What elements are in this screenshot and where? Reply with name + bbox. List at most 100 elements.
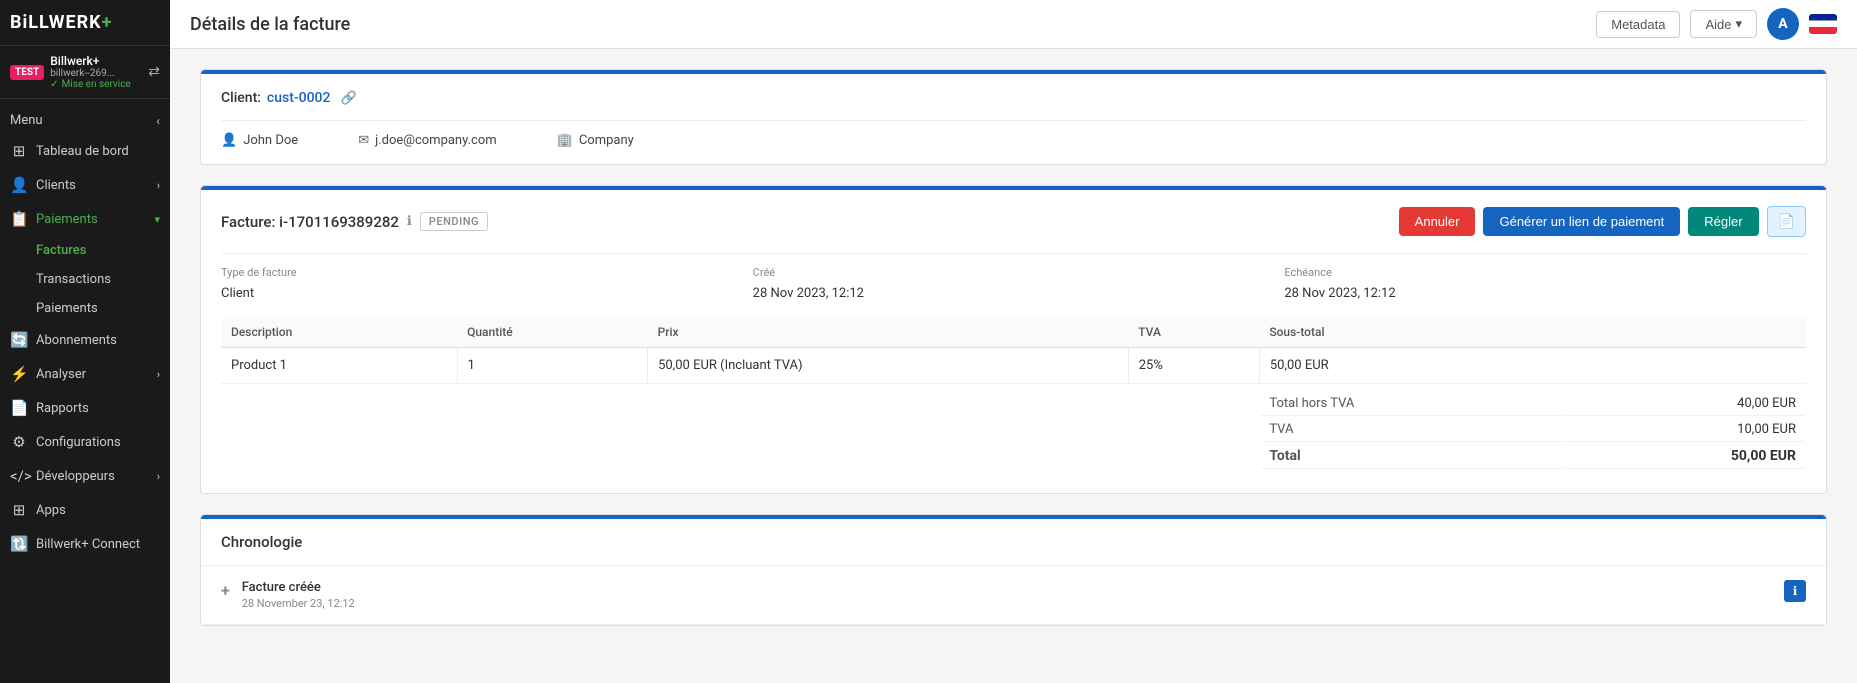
chrono-expand-icon[interactable]: +	[221, 581, 230, 600]
client-id-link[interactable]: cust-0002	[267, 90, 331, 106]
user-avatar[interactable]: A	[1767, 8, 1799, 40]
chrono-title: Facture créée	[242, 580, 1772, 595]
info-icon[interactable]: ℹ	[407, 214, 412, 229]
topbar: Détails de la facture Metadata Aide ▾ A	[170, 0, 1857, 49]
invoice-header: Facture: i-1701169389282 ℹ PENDING Annul…	[221, 206, 1806, 237]
building-icon: 🏢	[557, 133, 573, 148]
grand-total-row: Total 50,00 EUR	[1261, 444, 1804, 469]
sidebar-item-label: Analyser	[36, 367, 86, 382]
sidebar-item-rapports[interactable]: 📄 Rapports	[0, 391, 170, 425]
client-company: 🏢 Company	[557, 133, 634, 148]
meta-type-value: Client	[221, 286, 254, 301]
invoice-card-body: Facture: i-1701169389282 ℹ PENDING Annul…	[201, 190, 1826, 493]
client-card: Client: cust-0002 🔗 👤 John Doe ✉ j.doe@c…	[200, 69, 1827, 165]
cell-tva: 25%	[1128, 348, 1259, 384]
refresh-icon: 🔄	[10, 331, 28, 349]
sidebar-item-developpeurs[interactable]: </> Développeurs ›	[0, 459, 170, 493]
test-badge: TEST	[10, 65, 44, 80]
sidebar-sub-item-paiements[interactable]: Paiements	[0, 294, 170, 323]
metadata-button[interactable]: Metadata	[1596, 11, 1680, 38]
sidebar-item-billwerk-connect[interactable]: 🔃 Billwerk+ Connect	[0, 527, 170, 561]
annuler-button[interactable]: Annuler	[1399, 207, 1476, 236]
invoice-card: Facture: i-1701169389282 ℹ PENDING Annul…	[200, 185, 1827, 494]
total-hors-tva-row: Total hors TVA 40,00 EUR	[1261, 392, 1804, 416]
chrono-content: Facture créée 28 November 23, 12:12	[242, 580, 1772, 610]
col-tva: TVA	[1128, 317, 1259, 348]
env-switch-icon[interactable]: ⇄	[148, 64, 160, 80]
sidebar-item-paiements[interactable]: 📋 Paiements ▾	[0, 202, 170, 236]
total-value: 50,00 EUR	[1563, 444, 1804, 469]
sidebar-item-label: Configurations	[36, 435, 121, 450]
sidebar-item-analyser[interactable]: ⚡ Analyser ›	[0, 357, 170, 391]
menu-collapse-icon[interactable]: ‹	[156, 114, 160, 128]
chrono-info-icon[interactable]: ℹ	[1784, 580, 1806, 602]
external-link-icon[interactable]: 🔗	[340, 91, 356, 106]
sidebar-item-label: Rapports	[36, 401, 89, 416]
client-email: ✉ j.doe@company.com	[358, 133, 496, 148]
sidebar-item-label: Clients	[36, 178, 76, 193]
total-hors-tva-value: 40,00 EUR	[1563, 392, 1804, 416]
meta-cree-value: 28 Nov 2023, 12:12	[753, 286, 864, 301]
sidebar-sub-item-factures[interactable]: Factures	[0, 236, 170, 265]
sidebar-sub-item-transactions[interactable]: Transactions	[0, 265, 170, 294]
client-name: 👤 John Doe	[221, 133, 298, 148]
topbar-actions: Metadata Aide ▾ A	[1596, 8, 1837, 40]
status-badge: PENDING	[420, 212, 488, 231]
meta-cree-label: Créé	[753, 266, 1275, 279]
chevron-down-icon: ▾	[154, 213, 160, 226]
chevron-right-icon: ›	[157, 179, 160, 192]
sub-item-label: Paiements	[36, 301, 98, 316]
person-icon: 👤	[221, 133, 237, 148]
mise-en-service-label: ✓ Mise en service	[50, 79, 131, 90]
gear-icon: ⚙	[10, 433, 28, 451]
invoice-title-area: Facture: i-1701169389282 ℹ PENDING	[221, 212, 488, 231]
sidebar-item-label: Développeurs	[36, 469, 115, 484]
chevron-right-icon: ›	[157, 368, 160, 381]
sub-item-label: Factures	[36, 243, 86, 258]
total-label: Total	[1261, 444, 1561, 469]
sidebar-item-tableau-de-bord[interactable]: ⊞ Tableau de bord	[0, 134, 170, 168]
sidebar-item-clients[interactable]: 👤 Clients ›	[0, 168, 170, 202]
clipboard-icon: 📋	[10, 210, 28, 228]
document-button[interactable]: 📄	[1767, 206, 1806, 237]
sidebar-header: BiLLWERK+	[0, 0, 170, 46]
client-row: Client: cust-0002 🔗	[221, 90, 1806, 106]
sidebar: BiLLWERK+ TEST Billwerk+ billwerk--269..…	[0, 0, 170, 683]
sidebar-item-label: Paiements	[36, 212, 98, 227]
table-row: Product 1 1 50,00 EUR (Incluant TVA) 25%…	[221, 348, 1806, 384]
col-quantite: Quantité	[457, 317, 647, 348]
email-icon: ✉	[358, 133, 369, 148]
chart-icon: ⚡	[10, 365, 28, 383]
meta-echeance: Echéance 28 Nov 2023, 12:12	[1284, 266, 1806, 301]
chevron-right-icon: ›	[157, 470, 160, 483]
connect-icon: 🔃	[10, 535, 28, 553]
chrono-item: + Facture créée 28 November 23, 12:12 ℹ	[201, 566, 1826, 625]
cell-quantity: 1	[457, 348, 647, 384]
meta-type: Type de facture Client	[221, 266, 743, 301]
meta-type-label: Type de facture	[221, 266, 743, 279]
sidebar-item-configurations[interactable]: ⚙ Configurations	[0, 425, 170, 459]
report-icon: 📄	[10, 399, 28, 417]
generer-lien-button[interactable]: Générer un lien de paiement	[1483, 207, 1680, 236]
aide-button[interactable]: Aide ▾	[1690, 10, 1757, 38]
chronologie-card: Chronologie + Facture créée 28 November …	[200, 514, 1827, 626]
client-label: Client:	[221, 90, 261, 106]
cell-description: Product 1	[221, 348, 457, 384]
cell-subtotal: 50,00 EUR	[1259, 348, 1806, 384]
main-content: Détails de la facture Metadata Aide ▾ A …	[170, 0, 1857, 683]
sidebar-logo: BiLLWERK+	[10, 12, 112, 33]
tva-row: TVA 10,00 EUR	[1261, 418, 1804, 442]
sidebar-item-label: Billwerk+ Connect	[36, 537, 140, 552]
regler-button[interactable]: Régler	[1688, 207, 1758, 236]
meta-echeance-value: 28 Nov 2023, 12:12	[1284, 286, 1395, 301]
grid-icon: ⊞	[10, 142, 28, 160]
col-prix: Prix	[648, 317, 1129, 348]
sidebar-item-apps[interactable]: ⊞ Apps	[0, 493, 170, 527]
tva-label: TVA	[1261, 418, 1561, 442]
menu-label: Menu	[10, 113, 43, 128]
sidebar-item-label: Tableau de bord	[36, 144, 129, 159]
language-flag[interactable]	[1809, 14, 1837, 34]
sidebar-item-abonnements[interactable]: 🔄 Abonnements	[0, 323, 170, 357]
totals-row: Total hors TVA 40,00 EUR TVA 10,00 EUR T…	[221, 384, 1806, 478]
sidebar-menu-header: Menu ‹	[0, 99, 170, 134]
